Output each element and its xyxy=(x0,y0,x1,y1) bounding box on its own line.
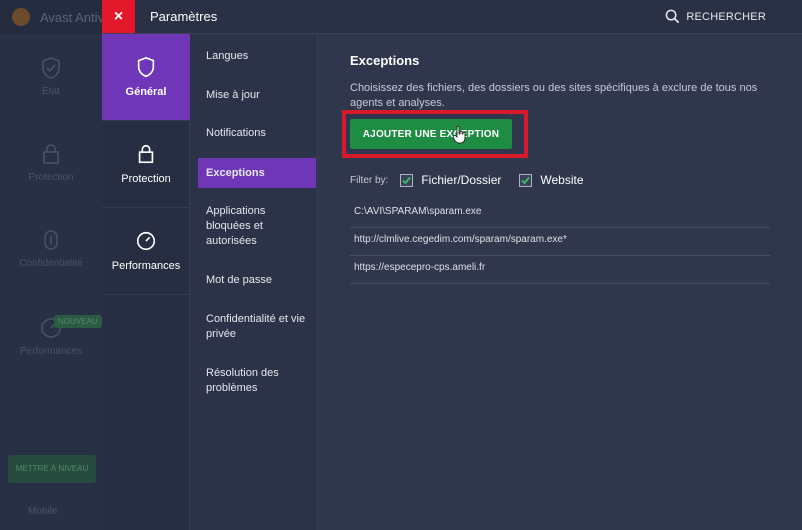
category-performance[interactable]: Performances xyxy=(102,208,190,295)
category-protection[interactable]: Protection xyxy=(102,121,190,208)
exceptions-panel: Exceptions Choisissez des fichiers, des … xyxy=(318,34,802,530)
close-button[interactable]: × xyxy=(102,0,135,33)
gauge-icon xyxy=(136,231,156,251)
shield-icon xyxy=(137,56,155,78)
check-icon xyxy=(402,176,412,184)
subnav-item-troubleshooting[interactable]: Résolution des problèmes xyxy=(198,366,316,396)
hand-cursor-icon xyxy=(453,126,466,144)
subnav-item-notifications[interactable]: Notifications xyxy=(198,126,316,141)
background-nav-privacy: Confidentialité xyxy=(0,228,102,269)
list-item[interactable]: http://clmlive.cegedim.com/sparam/sparam… xyxy=(350,228,770,256)
background-nav-state: État xyxy=(0,56,102,97)
page-title: Exceptions xyxy=(350,53,420,68)
background-sidebar: État Protection Confidentialité Performa… xyxy=(0,34,102,530)
lock-icon xyxy=(138,144,154,164)
category-general[interactable]: Général xyxy=(102,34,190,121)
background-nav-protection: Protection xyxy=(0,142,102,183)
page-description: Choisissez des fichiers, des dossiers ou… xyxy=(350,82,758,109)
filter-website-label: Website xyxy=(540,173,584,187)
search-button[interactable]: RECHERCHER xyxy=(665,9,766,24)
settings-modal: × Paramètres RECHERCHER Général Protecti… xyxy=(102,0,802,530)
category-label: Performances xyxy=(111,260,181,272)
exception-list: C:\AVI\SPARAM\sparam.exe http://clmlive.… xyxy=(350,200,770,284)
fingerprint-icon xyxy=(44,230,58,250)
search-icon xyxy=(666,9,680,24)
add-exception-button[interactable]: AJOUTER UNE EXCEPTION xyxy=(350,119,512,149)
filter-website-checkbox[interactable] xyxy=(519,173,533,187)
filter-file-checkbox[interactable] xyxy=(400,173,414,187)
subnav-column: Langues Mise à jour Notifications Except… xyxy=(190,34,318,530)
search-label: RECHERCHER xyxy=(686,10,766,23)
background-nav-label: Performances xyxy=(19,346,83,357)
filter-file-label: Fichier/Dossier xyxy=(421,173,502,187)
new-badge: NOUVEAU xyxy=(54,315,102,328)
modal-title: Paramètres xyxy=(150,9,218,24)
list-item[interactable]: https://especepro-cps.ameli.fr xyxy=(350,256,770,284)
subnav-item-privacy[interactable]: Confidentialité et vie privée xyxy=(198,312,316,342)
filter-label: Filter by: xyxy=(350,174,389,186)
background-nav-label: État xyxy=(42,86,60,97)
avast-logo-icon xyxy=(12,8,30,26)
background-mobile-label: Mobile xyxy=(28,506,58,517)
subnav-item-languages[interactable]: Langues xyxy=(198,49,316,64)
category-column: Général Protection Performances xyxy=(102,34,190,530)
subnav-item-password[interactable]: Mot de passe xyxy=(198,273,316,288)
filter-row: Filter by: Fichier/Dossier Website xyxy=(350,173,602,187)
category-label: Général xyxy=(125,86,167,98)
upgrade-button: METTRE À NIVEAU xyxy=(8,455,96,483)
check-icon xyxy=(521,176,531,184)
background-nav-label: Protection xyxy=(28,172,74,183)
background-nav-label: Confidentialité xyxy=(19,258,83,269)
subnav-item-update[interactable]: Mise à jour xyxy=(198,88,316,103)
subnav-item-exceptions[interactable]: Exceptions xyxy=(198,158,316,188)
list-item[interactable]: C:\AVI\SPARAM\sparam.exe xyxy=(350,200,770,228)
modal-header: × Paramètres RECHERCHER xyxy=(102,0,802,34)
subnav-item-applications[interactable]: Applications bloquées et autorisées xyxy=(198,204,316,249)
category-label: Protection xyxy=(121,173,171,185)
background-app-title: Avast Antiv xyxy=(40,10,105,25)
shield-icon xyxy=(42,57,60,79)
lock-icon xyxy=(43,144,59,164)
